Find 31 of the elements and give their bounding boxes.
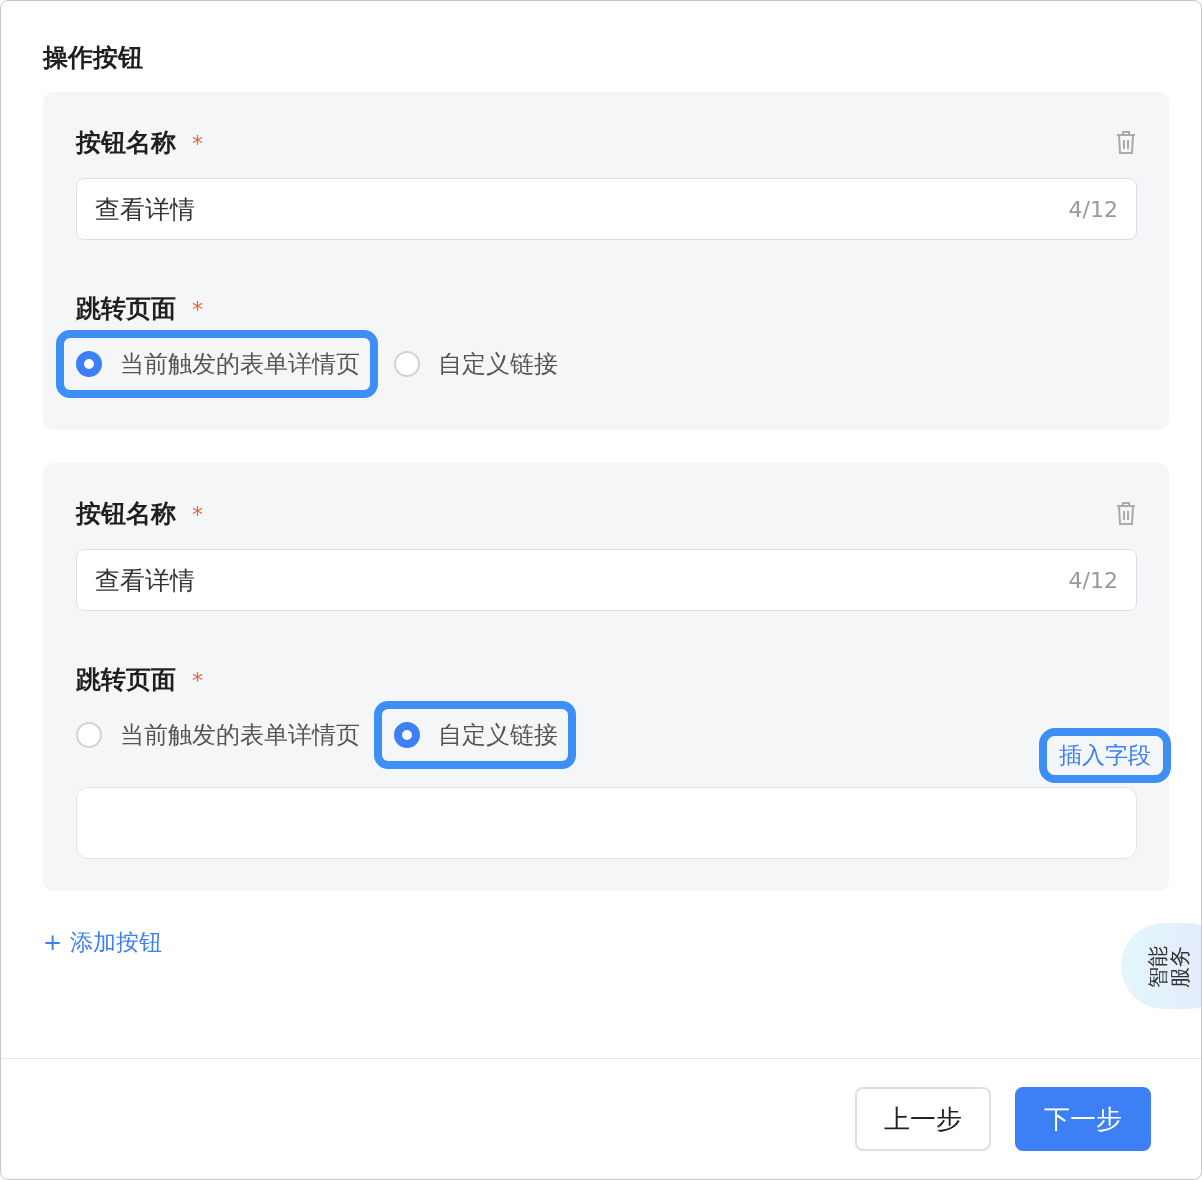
input-value: 查看详情 [95,193,195,226]
field-label: 跳转页面 [76,293,176,323]
field-label: 跳转页面 [76,664,176,694]
radio-label: 自定义链接 [438,720,558,751]
input-field[interactable]: 查看详情 4/12 [76,178,1137,240]
radio-button[interactable] [394,722,420,748]
required-mark: * [192,501,203,527]
trash-icon[interactable] [1115,500,1137,526]
highlight-frame[interactable]: 当前触发的表单详情页 [56,330,378,398]
input-field[interactable]: 查看详情 4/12 [76,549,1137,611]
required-mark: * [192,130,203,156]
section-title: 操作按钮 [43,42,144,74]
add-button-link[interactable]: + 添加按钮 [43,927,162,958]
required-mark: * [192,296,203,322]
next-button[interactable]: 下一步 [1015,1087,1151,1151]
char-counter: 4/12 [1068,196,1118,222]
link-input-field[interactable] [76,787,1137,859]
radio-label: 自定义链接 [438,349,558,380]
input-value: 查看详情 [95,564,195,597]
assistant-tab[interactable]: 智能服务 [1121,923,1201,1009]
trash-icon[interactable] [1115,129,1137,155]
radio-label: 当前触发的表单详情页 [120,720,360,751]
highlight-frame[interactable]: 自定义链接 [374,701,576,769]
radio-button[interactable] [76,351,102,377]
field-label: 按钮名称 [76,498,176,528]
radio-label: 当前触发的表单详情页 [120,349,360,380]
required-mark: * [192,667,203,693]
prev-button[interactable]: 上一步 [855,1087,991,1151]
char-counter: 4/12 [1068,567,1118,593]
field-label: 按钮名称 [76,127,176,157]
insert-field-button[interactable]: 插入字段 [1047,736,1163,775]
